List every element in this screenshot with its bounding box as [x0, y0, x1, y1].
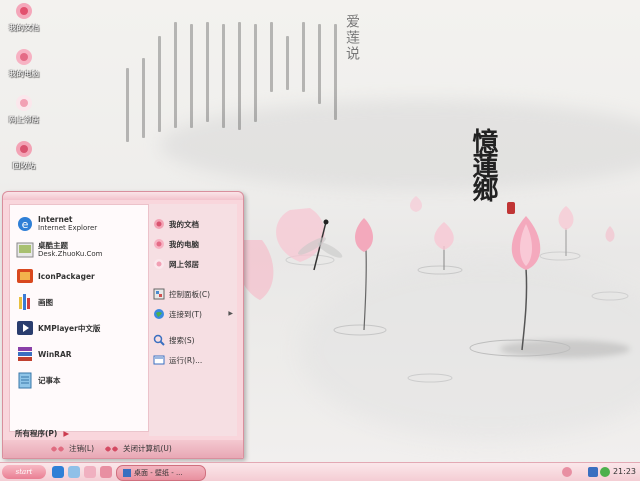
paint-icon	[16, 293, 34, 311]
tray-volume-icon[interactable]	[600, 467, 610, 477]
taskbar-window-label: 桌面 - 壁纸 - ...	[134, 469, 183, 477]
shutdown-icon	[103, 444, 121, 454]
desktop-icon-my-computer[interactable]: 我的电脑	[2, 48, 46, 79]
pink-flower-icon	[15, 140, 33, 158]
kmplayer-icon	[16, 319, 34, 337]
show-desktop-icon[interactable]	[68, 466, 80, 478]
start-item-title: WinRAR	[38, 349, 72, 359]
pink-flower-icon	[153, 218, 165, 230]
ie-icon[interactable]	[52, 466, 64, 478]
globe-icon	[153, 308, 165, 320]
start-item-winrar[interactable]: WinRAR	[16, 345, 72, 363]
start-item-iconpackager[interactable]: IconPackager	[16, 267, 95, 285]
media-player-icon[interactable]	[84, 466, 96, 478]
notepad-icon	[16, 371, 34, 389]
place-control-panel[interactable]: 控制面板(C)	[153, 288, 210, 300]
zhuoku-icon	[16, 241, 34, 259]
taskbar-window-button[interactable]: 桌面 - 壁纸 - ...	[116, 465, 206, 481]
place-run[interactable]: 运行(R)...	[153, 354, 202, 366]
arrow-right-icon: ▶	[63, 429, 70, 438]
place-my-computer[interactable]: 我的电脑	[153, 238, 199, 250]
place-connect-to[interactable]: 连接到(T)	[153, 308, 202, 320]
all-programs-label: 所有程序(P)	[15, 429, 58, 438]
desktop-icon-network[interactable]: 网上邻居	[2, 94, 46, 125]
tray-network-icon[interactable]	[588, 467, 598, 477]
iconpackager-icon	[16, 267, 34, 285]
window-icon	[123, 469, 131, 477]
place-label: 我的电脑	[169, 239, 199, 249]
pink-flower-icon	[153, 238, 165, 250]
white-flower-icon	[153, 258, 165, 270]
start-menu-programs: e Internet Internet Explorer 桌酷主题 Desk.Z…	[9, 204, 149, 432]
shutdown-button[interactable]: 关闭计算机(U)	[103, 443, 172, 454]
svg-text:e: e	[22, 218, 29, 231]
place-label: 连接到(T)	[169, 309, 202, 319]
start-button[interactable]: start	[2, 465, 46, 479]
place-label: 控制面板(C)	[169, 289, 211, 299]
start-menu-places: 我的文档 我的电脑 网上邻居 控制面板(C) 连接到(T) ▶ 搜索(S) 运行…	[149, 204, 237, 436]
start-item-subtitle: Internet Explorer	[38, 224, 98, 232]
logoff-label: 注销(L)	[69, 444, 95, 453]
desktop-icon-label: 网上邻居	[9, 115, 39, 124]
start-item-title: IconPackager	[38, 271, 95, 281]
search-icon	[153, 334, 165, 346]
run-icon	[153, 354, 165, 366]
control-panel-icon	[153, 288, 165, 300]
pink-flower-icon	[15, 48, 33, 66]
desktop-icon-label: 我的文档	[9, 23, 39, 32]
start-item-zhuoku[interactable]: 桌酷主题 Desk.ZhuoKu.Com	[16, 241, 102, 259]
start-item-paint[interactable]: 画图	[16, 293, 53, 311]
start-item-subtitle: Desk.ZhuoKu.Com	[38, 250, 103, 258]
start-item-internet[interactable]: e Internet Internet Explorer	[16, 215, 97, 233]
white-flower-icon	[15, 94, 33, 112]
pink-flower-icon	[15, 2, 33, 20]
desktop-icon-label: 回收站	[12, 161, 36, 170]
all-programs-button[interactable]: 所有程序(P) ▶	[15, 428, 69, 439]
desktop-icon-label: 我的电脑	[9, 69, 39, 78]
place-search[interactable]: 搜索(S)	[153, 334, 195, 346]
clock: 21:23	[612, 467, 636, 476]
arrow-right-icon: ▶	[228, 310, 233, 317]
start-item-title: Internet	[38, 215, 73, 224]
taskbar: start 桌面 - 壁纸 - ... 21:23	[0, 462, 640, 481]
start-item-title: 记事本	[38, 375, 61, 385]
place-label: 运行(R)...	[169, 355, 203, 365]
start-menu-footer: 注销(L) 关闭计算机(U)	[3, 440, 243, 458]
start-item-title: KMPlayer中文版	[38, 323, 101, 333]
start-item-title: 画图	[38, 297, 53, 307]
start-menu: e Internet Internet Explorer 桌酷主题 Desk.Z…	[2, 191, 244, 459]
desktop-icon-recycle-bin[interactable]: 回收站	[2, 140, 46, 171]
place-label: 我的文档	[169, 219, 199, 229]
place-label: 搜索(S)	[169, 335, 195, 345]
start-menu-header	[3, 192, 243, 200]
place-network[interactable]: 网上邻居	[153, 258, 199, 270]
desktop-icon-my-documents[interactable]: 我的文档	[2, 2, 46, 33]
place-label: 网上邻居	[169, 259, 199, 269]
logoff-button[interactable]: 注销(L)	[49, 443, 94, 454]
start-item-notepad[interactable]: 记事本	[16, 371, 61, 389]
place-my-documents[interactable]: 我的文档	[153, 218, 199, 230]
start-item-kmplayer[interactable]: KMPlayer中文版	[16, 319, 100, 337]
logoff-icon	[49, 444, 67, 454]
winrar-icon	[16, 345, 34, 363]
quick-launch-icon[interactable]	[100, 466, 112, 478]
shutdown-label: 关闭计算机(U)	[123, 444, 172, 453]
tray-flower-icon[interactable]	[562, 467, 572, 477]
ie-icon: e	[16, 215, 34, 233]
start-item-title: 桌酷主题	[38, 241, 68, 250]
